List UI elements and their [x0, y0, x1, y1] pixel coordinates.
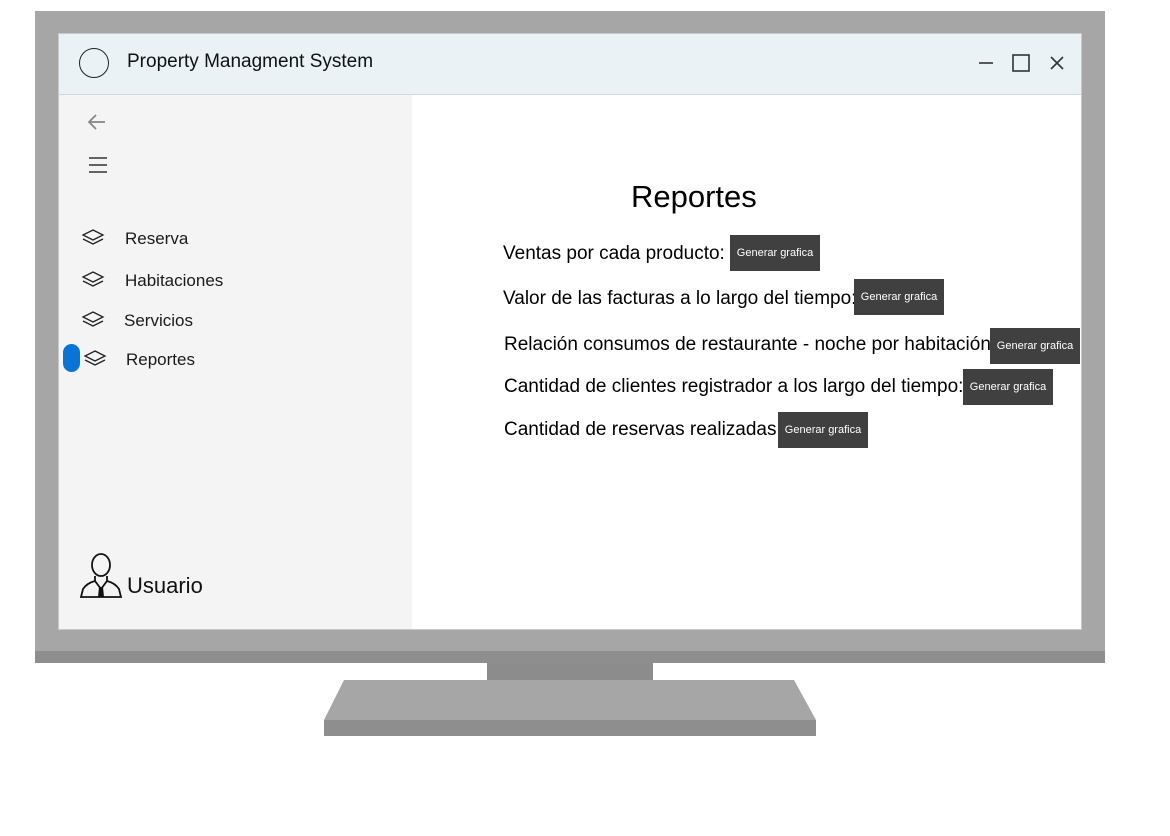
generate-chart-button[interactable]: Generar grafica	[730, 235, 820, 271]
user-label: Usuario	[127, 573, 203, 598]
user-profile[interactable]: Usuario	[79, 551, 279, 603]
app-window: Property Managment System Reserva Habita…	[58, 33, 1082, 630]
monitor-stand	[324, 680, 816, 736]
monitor-chin	[35, 651, 1105, 663]
sidebar-item-habitaciones[interactable]: Habitaciones	[81, 269, 381, 295]
hamburger-menu-icon[interactable]	[87, 155, 109, 175]
app-title: Property Managment System	[127, 51, 374, 72]
sidebar-item-label: Servicios	[124, 311, 193, 330]
report-label: Cantidad de clientes registrador a los l…	[504, 376, 964, 397]
sidebar-item-reserva[interactable]: Reserva	[81, 227, 381, 253]
app-logo-icon	[79, 48, 109, 78]
sidebar: Reserva Habitaciones Servicios Reportes	[59, 95, 412, 629]
layers-icon	[81, 228, 105, 250]
report-label: Ventas por cada producto:	[503, 243, 725, 264]
title-bar: Property Managment System	[59, 34, 1081, 95]
report-label: Relación consumos de restaurante - noche…	[504, 334, 997, 355]
report-label: Cantidad de reservas realizadas:	[504, 419, 782, 440]
close-icon[interactable]	[1046, 52, 1068, 74]
layers-icon	[81, 310, 105, 332]
report-label: Valor de las facturas a lo largo del tie…	[503, 288, 857, 309]
page-title: Reportes	[631, 179, 757, 214]
generate-chart-button[interactable]: Generar grafica	[778, 412, 868, 448]
main-content: Reportes Ventas por cada producto: Gener…	[412, 95, 1081, 629]
user-icon	[79, 551, 125, 599]
arrow-left-icon[interactable]	[85, 112, 109, 132]
sidebar-item-label: Reserva	[125, 229, 189, 248]
sidebar-item-servicios[interactable]: Servicios	[81, 309, 381, 335]
maximize-icon[interactable]	[1010, 52, 1032, 74]
minimize-icon[interactable]	[975, 52, 997, 74]
generate-chart-button[interactable]: Generar grafica	[854, 279, 944, 315]
sidebar-item-reportes[interactable]: Reportes	[83, 348, 383, 374]
layers-icon	[81, 270, 105, 292]
active-indicator	[63, 344, 80, 372]
sidebar-item-label: Habitaciones	[125, 271, 224, 290]
generate-chart-button[interactable]: Generar grafica	[963, 369, 1053, 405]
generate-chart-button[interactable]: Generar grafica	[990, 328, 1080, 364]
sidebar-item-label: Reportes	[126, 350, 195, 369]
layers-icon	[83, 349, 107, 371]
